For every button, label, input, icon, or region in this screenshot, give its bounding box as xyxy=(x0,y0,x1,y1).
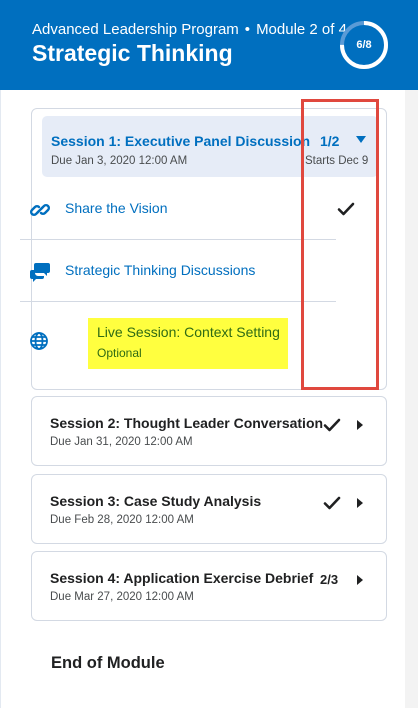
activity-item-discussions[interactable]: Strategic Thinking Discussions xyxy=(20,239,336,302)
page-title: Strategic Thinking xyxy=(32,40,233,66)
session-title[interactable]: Session 4: Application Exercise Debrief xyxy=(50,570,313,586)
session-card[interactable]: Session 4: Application Exercise Debrief … xyxy=(31,551,387,621)
highlighted-activity[interactable]: Live Session: Context Setting Optional xyxy=(88,318,288,369)
chevron-right-icon[interactable] xyxy=(357,575,363,585)
checkmark-icon xyxy=(337,201,355,222)
checkmark-icon xyxy=(323,417,341,438)
activity-title[interactable]: Live Session: Context Setting xyxy=(97,324,280,340)
chevron-right-icon[interactable] xyxy=(357,498,363,508)
breadcrumb: Advanced Leadership Program • Module 2 of … xyxy=(32,21,347,38)
progress-ring: 6/8 xyxy=(338,19,390,71)
discussion-icon xyxy=(29,262,51,287)
globe-icon xyxy=(29,331,49,356)
session-title[interactable]: Session 3: Case Study Analysis xyxy=(50,493,261,509)
module-position: Module 2 of 4 xyxy=(256,21,347,38)
session-title[interactable]: Session 2: Thought Leader Conversation xyxy=(50,415,323,431)
session-progress-count: 1/2 xyxy=(320,133,340,149)
session-card[interactable]: Session 2: Thought Leader Conversation D… xyxy=(31,396,387,466)
session-progress-count: 2/3 xyxy=(320,572,339,587)
program-name[interactable]: Advanced Leadership Program xyxy=(32,21,239,38)
activity-title[interactable]: Strategic Thinking Discussions xyxy=(65,262,255,278)
session-title[interactable]: Session 1: Executive Panel Discussion xyxy=(51,133,310,149)
session-due-date: Due Feb 28, 2020 12:00 AM xyxy=(50,514,194,526)
chevron-down-icon[interactable] xyxy=(356,136,366,143)
link-icon xyxy=(29,199,51,226)
module-header: Advanced Leadership Program • Module 2 of … xyxy=(0,0,418,90)
activity-title[interactable]: Share the Vision xyxy=(65,200,167,216)
session-due-date: Due Mar 27, 2020 12:00 AM xyxy=(50,591,194,603)
chevron-right-icon[interactable] xyxy=(357,420,363,430)
activity-item-share-vision[interactable]: Share the Vision xyxy=(20,185,336,240)
checkmark-icon xyxy=(323,495,341,516)
progress-label: 6/8 xyxy=(356,39,372,51)
breadcrumb-separator: • xyxy=(244,21,251,38)
session-start-date: Starts Dec 9 xyxy=(305,155,369,167)
session-card[interactable]: Session 3: Case Study Analysis Due Feb 2… xyxy=(31,474,387,544)
optional-label: Optional xyxy=(97,346,142,360)
session-due-date: Due Jan 31, 2020 12:00 AM xyxy=(50,436,193,448)
session-due-date: Due Jan 3, 2020 12:00 AM xyxy=(51,155,188,167)
session-header[interactable]: Session 1: Executive Panel Discussion Du… xyxy=(42,116,378,177)
end-of-module-label: End of Module xyxy=(51,654,165,672)
